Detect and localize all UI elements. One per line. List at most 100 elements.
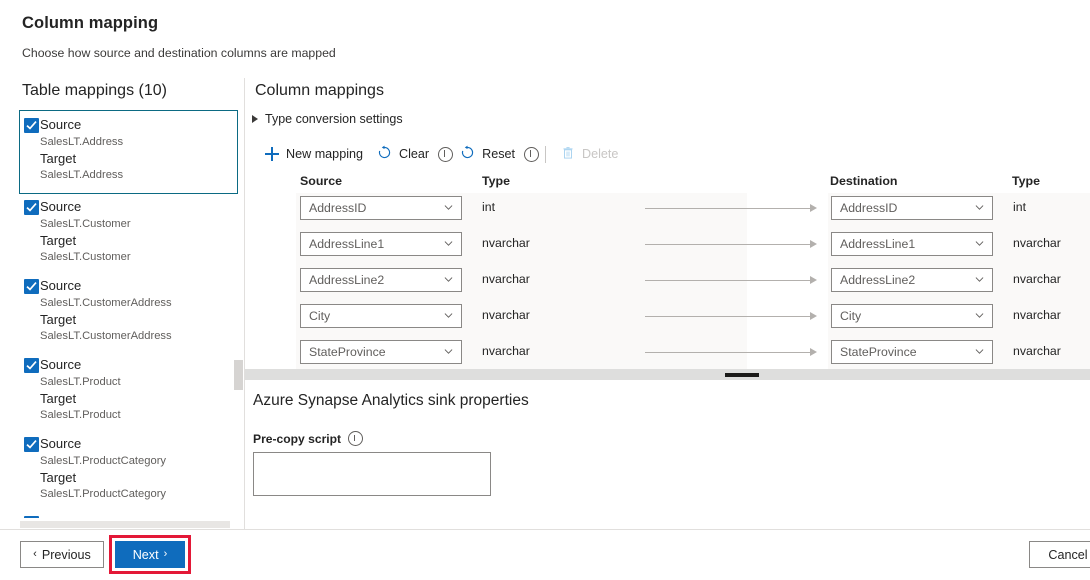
chevron-down-icon xyxy=(975,277,984,282)
mapping-arrow-line xyxy=(645,316,810,317)
destination-type-value: nvarchar xyxy=(1013,272,1061,286)
type-conversion-settings-toggle[interactable]: Type conversion settings xyxy=(245,108,403,130)
destination-column-select[interactable]: City xyxy=(831,304,993,328)
destination-column-value: AddressLine2 xyxy=(840,273,915,287)
destination-type-value: nvarchar xyxy=(1013,308,1061,322)
table-mapping-checkbox[interactable] xyxy=(24,358,39,373)
table-mappings-vertical-scrollbar[interactable] xyxy=(234,110,243,518)
table-mapping-checkbox[interactable] xyxy=(24,279,39,294)
column-mappings-toolbar: New mapping Clear xyxy=(245,139,1090,169)
destination-column-select[interactable]: AddressLine1 xyxy=(831,232,993,256)
cancel-button[interactable]: Cancel xyxy=(1029,541,1090,568)
source-column-select[interactable]: StateProvince xyxy=(300,340,462,364)
table-mapping-card[interactable]: SourceSalesLT.AddressTargetSalesLT.Addre… xyxy=(19,110,238,194)
sink-properties-title: Azure Synapse Analytics sink properties xyxy=(253,384,1090,410)
source-column-value: AddressLine1 xyxy=(309,237,384,251)
table-mappings-list[interactable]: SourceSalesLT.AddressTargetSalesLT.Addre… xyxy=(0,110,244,518)
destination-column-value: AddressID xyxy=(840,201,897,215)
reset-icon xyxy=(460,145,475,163)
source-label: Source xyxy=(40,199,81,215)
chevron-down-icon xyxy=(975,313,984,318)
table-mappings-title: Table mappings (10) xyxy=(0,78,244,108)
clear-button[interactable]: Clear xyxy=(370,142,436,166)
refresh-icon xyxy=(377,145,392,163)
mapping-arrow-head-icon xyxy=(810,312,817,320)
table-mappings-horizontal-scrollbar[interactable] xyxy=(20,521,230,528)
destination-type-value: nvarchar xyxy=(1013,344,1061,358)
source-table-name: SalesLT.Address xyxy=(24,134,233,150)
wizard-footer: ‹ Previous Next › Cancel xyxy=(0,529,1090,580)
mapping-arrow-line xyxy=(645,244,810,245)
chevron-down-icon xyxy=(444,205,453,210)
table-mapping-card[interactable]: SourceSalesLT.ProductTargetSalesLT.Produ… xyxy=(20,352,238,431)
destination-column-value: StateProvince xyxy=(840,345,917,359)
mapping-arrow-head-icon xyxy=(810,240,817,248)
table-mapping-card[interactable]: SourceSalesLT.ProductCategoryTargetSales… xyxy=(20,431,238,510)
target-table-name: SalesLT.Product xyxy=(24,407,234,423)
source-column-select[interactable]: City xyxy=(300,304,462,328)
cancel-label: Cancel xyxy=(1048,548,1087,562)
destination-column-select[interactable]: AddressLine2 xyxy=(831,268,993,292)
target-label: Target xyxy=(24,311,234,328)
clear-label: Clear xyxy=(399,147,429,161)
source-column-value: AddressID xyxy=(309,201,366,215)
mapping-row: AddressLine1nvarcharAddressLine1nvarchar xyxy=(245,232,1090,268)
table-mapping-source-row: Source xyxy=(24,199,234,216)
grid-horizontal-scrollbar[interactable] xyxy=(245,369,1090,380)
destination-column-select[interactable]: StateProvince xyxy=(831,340,993,364)
reset-info-icon[interactable] xyxy=(524,147,539,162)
chevron-down-icon xyxy=(444,349,453,354)
source-column-value: AddressLine2 xyxy=(309,273,384,287)
chevron-right-icon xyxy=(252,115,258,123)
source-type-value: nvarchar xyxy=(482,236,530,250)
source-column-select[interactable]: AddressLine2 xyxy=(300,268,462,292)
destination-type-value: int xyxy=(1013,200,1026,214)
previous-button[interactable]: ‹ Previous xyxy=(20,541,104,568)
clear-info-icon[interactable] xyxy=(438,147,453,162)
table-mapping-checkbox[interactable] xyxy=(24,200,39,215)
new-mapping-button[interactable]: New mapping xyxy=(258,144,370,164)
previous-label: Previous xyxy=(42,548,91,562)
mapping-arrow-head-icon xyxy=(810,204,817,212)
source-table-name: SalesLT.CustomerAddress xyxy=(24,295,234,311)
trash-icon xyxy=(561,146,575,163)
table-mapping-checkbox[interactable] xyxy=(24,437,39,452)
column-mappings-title: Column mappings xyxy=(245,78,1090,108)
chevron-left-icon: ‹ xyxy=(33,549,37,560)
mapping-arrow-head-icon xyxy=(810,276,817,284)
page-title: Column mapping xyxy=(22,14,1090,33)
grid-header-destination-type: Type xyxy=(1012,174,1040,188)
pre-copy-script-input[interactable] xyxy=(253,452,491,496)
content-panes: Table mappings (10) SourceSalesLT.Addres… xyxy=(0,78,1090,530)
table-mapping-card[interactable]: Source xyxy=(20,510,238,518)
target-table-name: SalesLT.Customer xyxy=(24,249,234,265)
chevron-down-icon xyxy=(975,241,984,246)
source-table-name: SalesLT.Customer xyxy=(24,216,234,232)
grid-horizontal-scroll-thumb[interactable] xyxy=(725,373,759,377)
table-mappings-vertical-scroll-thumb[interactable] xyxy=(234,360,243,390)
target-label: Target xyxy=(24,232,234,249)
grid-header-destination: Destination xyxy=(830,174,897,188)
table-mapping-checkbox[interactable] xyxy=(24,516,39,518)
target-table-name: SalesLT.ProductCategory xyxy=(24,486,234,502)
page-header: Column mapping Choose how source and des… xyxy=(0,0,1090,60)
column-mappings-grid: Source Type Destination Type AddressIDin… xyxy=(245,171,1090,380)
source-label: Source xyxy=(40,357,81,373)
source-label: Source xyxy=(40,436,81,452)
table-mapping-source-row: Source xyxy=(24,117,233,134)
destination-column-select[interactable]: AddressID xyxy=(831,196,993,220)
source-column-select[interactable]: AddressID xyxy=(300,196,462,220)
source-column-select[interactable]: AddressLine1 xyxy=(300,232,462,256)
reset-button[interactable]: Reset xyxy=(453,142,522,166)
source-label: Source xyxy=(40,117,81,133)
source-column-value: City xyxy=(309,309,330,323)
table-mapping-card[interactable]: SourceSalesLT.CustomerAddressTargetSales… xyxy=(20,273,238,352)
source-table-name: SalesLT.Product xyxy=(24,374,234,390)
source-type-value: nvarchar xyxy=(482,344,530,358)
table-mapping-checkbox[interactable] xyxy=(24,118,39,133)
target-table-name: SalesLT.Address xyxy=(24,167,233,183)
table-mapping-card[interactable]: SourceSalesLT.CustomerTargetSalesLT.Cust… xyxy=(20,194,238,273)
source-type-value: int xyxy=(482,200,495,214)
next-button[interactable]: Next › xyxy=(115,541,185,568)
pre-copy-script-info-icon[interactable] xyxy=(348,431,363,446)
